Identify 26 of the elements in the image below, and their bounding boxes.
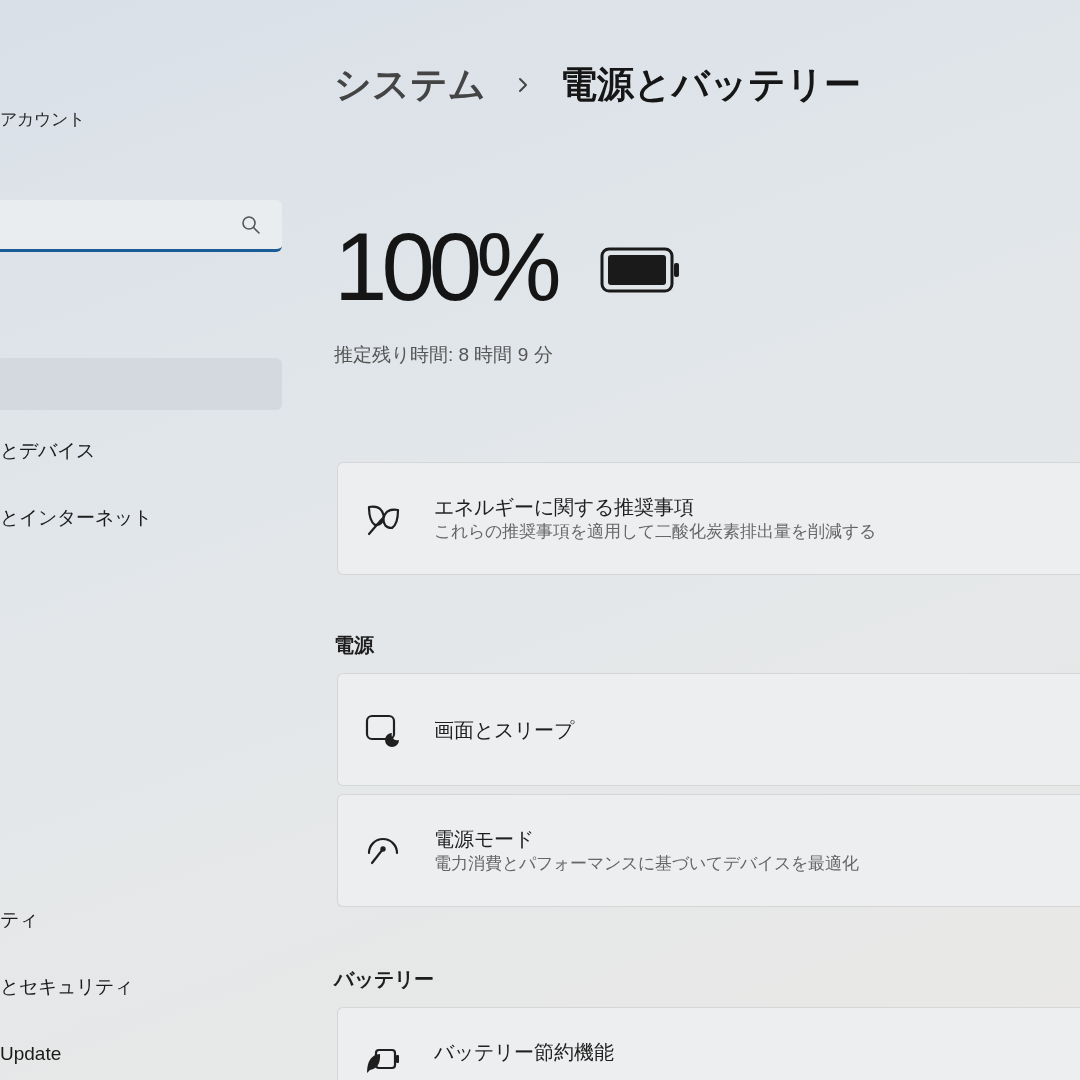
card-description: これらの推奨事項を適用して二酸化炭素排出量を削減する [434,521,876,543]
account-label: アカウント [0,109,85,131]
settings-card[interactable]: 画面とスリープ [337,673,1080,786]
card-description: 電力消費とパフォーマンスに基づいてデバイスを最適化 [434,853,859,875]
card-title: エネルギーに関する推奨事項 [434,495,694,520]
settings-card[interactable]: 電源モード 電力消費とパフォーマンスに基づいてデバイスを最適化 [337,794,1080,907]
card-title: 画面とスリープ [434,717,574,743]
settings-card[interactable]: エネルギーに関する推奨事項 これらの推奨事項を適用して二酸化炭素排出量を削減する [337,462,1080,575]
sidebar-item[interactable]: とインターネット [0,492,282,544]
remaining-time-text: 推定残り時間: 8 時間 9 分 [334,343,553,367]
battery-icon [599,247,680,293]
sidebar-item[interactable]: Update [0,1028,282,1080]
card-title: 電源モード [434,827,534,852]
sidebar-item[interactable]: とデバイス [0,425,282,477]
card-title: バッテリー節約機能 [434,1040,614,1065]
search-field[interactable] [0,200,282,252]
chevron-icon [516,76,530,94]
section-heading: 電源 [334,633,374,658]
battery-percentage: 100% [334,219,556,315]
search-icon [241,215,260,234]
breadcrumb-link[interactable]: システム [334,63,486,107]
settings-card[interactable]: バッテリー節約機能 [337,1007,1080,1080]
section-heading: バッテリー [334,967,434,992]
sidebar-item[interactable]: とセキュリティ [0,961,282,1013]
sidebar-item[interactable]: ティ [0,894,282,946]
page-title: 電源とバッテリー [560,63,861,107]
